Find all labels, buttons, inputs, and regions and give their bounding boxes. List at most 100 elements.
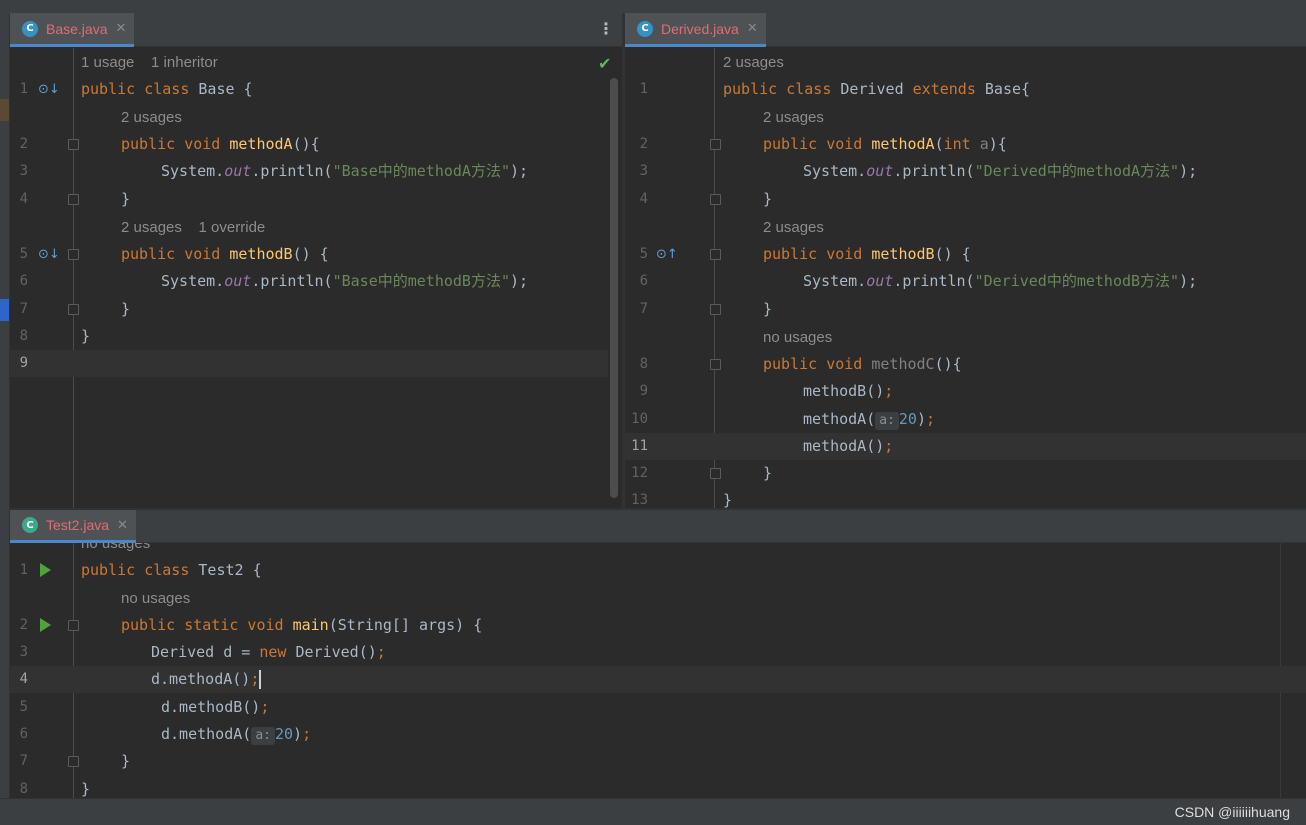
line-number: 8 xyxy=(19,328,28,344)
line-number: 2 xyxy=(19,136,28,152)
current-line: 4 d.methodA(); xyxy=(10,666,1306,693)
code-text: d.methodB(); xyxy=(161,698,270,716)
code-line: 5 ⊙↑ public void methodB() { xyxy=(625,241,1306,268)
fold-marker[interactable] xyxy=(710,194,721,205)
fold-marker[interactable] xyxy=(68,756,79,767)
code-text: public void methodB() { xyxy=(763,245,971,263)
code-line: 1 ⊙↓ public class Base { xyxy=(10,76,622,103)
code-text: public class Derived extends Base{ xyxy=(723,80,1031,98)
code-line: 10 methodA(a: 20); xyxy=(625,406,1306,433)
line-number: 7 xyxy=(639,301,648,317)
fold-marker[interactable] xyxy=(68,304,79,315)
fold-marker[interactable] xyxy=(710,468,721,479)
code-line: 4 } xyxy=(625,186,1306,213)
code-text: System.out.println("Base中的methodB方法"); xyxy=(161,272,529,290)
usage-hint[interactable]: 2 usages 1 override xyxy=(121,214,265,241)
close-icon[interactable]: ✕ xyxy=(115,21,126,36)
code-line: 9 methodB(); xyxy=(625,378,1306,405)
class-file-icon: C xyxy=(22,20,38,37)
code-text: public void methodC(){ xyxy=(763,355,962,373)
code-text: public class Base { xyxy=(81,80,253,98)
line-number: 9 xyxy=(639,383,648,399)
line-number: 6 xyxy=(19,273,28,289)
tab-base-java[interactable]: C Base.java ✕ xyxy=(10,13,135,47)
run-icon[interactable] xyxy=(40,618,51,632)
code-line: 13 } xyxy=(625,487,1306,508)
base-code-editor[interactable]: ✔ 1 usage 1 inheritor 1 ⊙↓ public class … xyxy=(10,48,622,508)
code-text: public void methodA(int a){ xyxy=(763,135,1007,153)
left-strip-marker xyxy=(0,99,9,121)
fold-marker[interactable] xyxy=(710,304,721,315)
usage-hint[interactable]: no usages xyxy=(81,543,150,557)
code-hint-line: 2 usages xyxy=(625,49,1306,76)
tab-test2-java[interactable]: C Test2.java ✕ xyxy=(10,510,136,543)
text-caret xyxy=(259,670,262,689)
line-number: 7 xyxy=(19,753,28,769)
code-text: public void methodB() { xyxy=(121,245,329,263)
fold-marker[interactable] xyxy=(68,139,79,150)
line-number: 4 xyxy=(19,671,28,687)
fold-marker[interactable] xyxy=(710,139,721,150)
code-text: public class Test2 { xyxy=(81,561,262,579)
line-number: 10 xyxy=(631,411,648,427)
code-hint-line: no usages xyxy=(10,585,1306,612)
usage-hint[interactable]: 2 usages xyxy=(121,104,182,131)
overrides-method-icon[interactable]: ⊙↑ xyxy=(656,248,678,261)
code-hint-line: 2 usages xyxy=(625,214,1306,241)
tab-label: Test2.java xyxy=(46,517,110,533)
tab-derived-java[interactable]: C Derived.java ✕ xyxy=(625,13,766,47)
usage-hint[interactable]: 2 usages xyxy=(763,214,824,241)
usage-hint[interactable]: 1 usage 1 inheritor xyxy=(81,49,218,76)
usage-hint[interactable]: 2 usages xyxy=(763,104,824,131)
code-text: System.out.println("Derived中的methodB方法")… xyxy=(803,272,1198,290)
code-hint-line: 2 usages xyxy=(625,104,1306,131)
code-text: Derived d = new Derived(); xyxy=(151,643,386,661)
code-text: } xyxy=(121,190,131,208)
usage-hint[interactable]: no usages xyxy=(763,324,832,351)
close-icon[interactable]: ✕ xyxy=(117,518,128,533)
code-line: 7 } xyxy=(10,296,622,323)
close-icon[interactable]: ✕ xyxy=(747,21,758,36)
runnable-class-icon: C xyxy=(22,517,38,533)
line-number: 5 xyxy=(19,246,28,262)
code-text: } xyxy=(763,300,773,318)
code-text: System.out.println("Base中的methodA方法"); xyxy=(161,162,529,180)
fold-marker[interactable] xyxy=(68,249,79,260)
derived-editor-pane: C Derived.java ✕ 2 usages 1 public class… xyxy=(625,13,1306,508)
fold-marker[interactable] xyxy=(68,620,79,631)
usage-hint[interactable]: 2 usages xyxy=(723,49,784,76)
line-number: 3 xyxy=(19,163,28,179)
fold-marker[interactable] xyxy=(710,359,721,370)
current-line: 9 xyxy=(10,350,608,377)
fold-marker[interactable] xyxy=(68,194,79,205)
line-number: 6 xyxy=(639,273,648,289)
line-number: 8 xyxy=(639,356,648,372)
code-line: 5 ⊙↓ public void methodB() { xyxy=(10,241,622,268)
line-number: 1 xyxy=(19,81,28,97)
class-file-icon: C xyxy=(637,20,653,37)
tab-label: Derived.java xyxy=(661,20,739,37)
implemented-icon[interactable]: ⊙↓ xyxy=(38,248,60,261)
line-number: 3 xyxy=(19,644,28,660)
code-text: methodA(); xyxy=(803,437,894,455)
code-hint-line: 2 usages 1 override xyxy=(10,214,622,241)
code-text: public static void main(String[] args) { xyxy=(121,616,483,634)
code-text: } xyxy=(121,752,131,770)
left-strip-marker-active xyxy=(0,299,9,321)
more-options-icon[interactable]: ⋮ xyxy=(598,19,614,38)
fold-marker[interactable] xyxy=(710,249,721,260)
line-number: 9 xyxy=(19,355,28,371)
run-icon[interactable] xyxy=(40,563,51,577)
code-hint-line: 2 usages xyxy=(10,104,622,131)
test2-code-editor[interactable]: no usages 1 public class Test2 { no usag… xyxy=(10,543,1306,798)
code-line: 8 } xyxy=(10,776,1306,798)
derived-code-editor[interactable]: 2 usages 1 public class Derived extends … xyxy=(625,48,1306,508)
test2-tab-bar: C Test2.java ✕ xyxy=(10,510,1306,543)
usage-hint[interactable]: no usages xyxy=(121,585,190,612)
implemented-icon[interactable]: ⊙↓ xyxy=(38,83,60,96)
line-number: 4 xyxy=(639,191,648,207)
code-line: 3 System.out.println("Derived中的methodA方法… xyxy=(625,158,1306,185)
line-number: 2 xyxy=(19,617,28,633)
code-hint-line: 1 usage 1 inheritor xyxy=(10,49,622,76)
base-tab-bar: C Base.java ✕ ⋮ xyxy=(10,13,622,47)
